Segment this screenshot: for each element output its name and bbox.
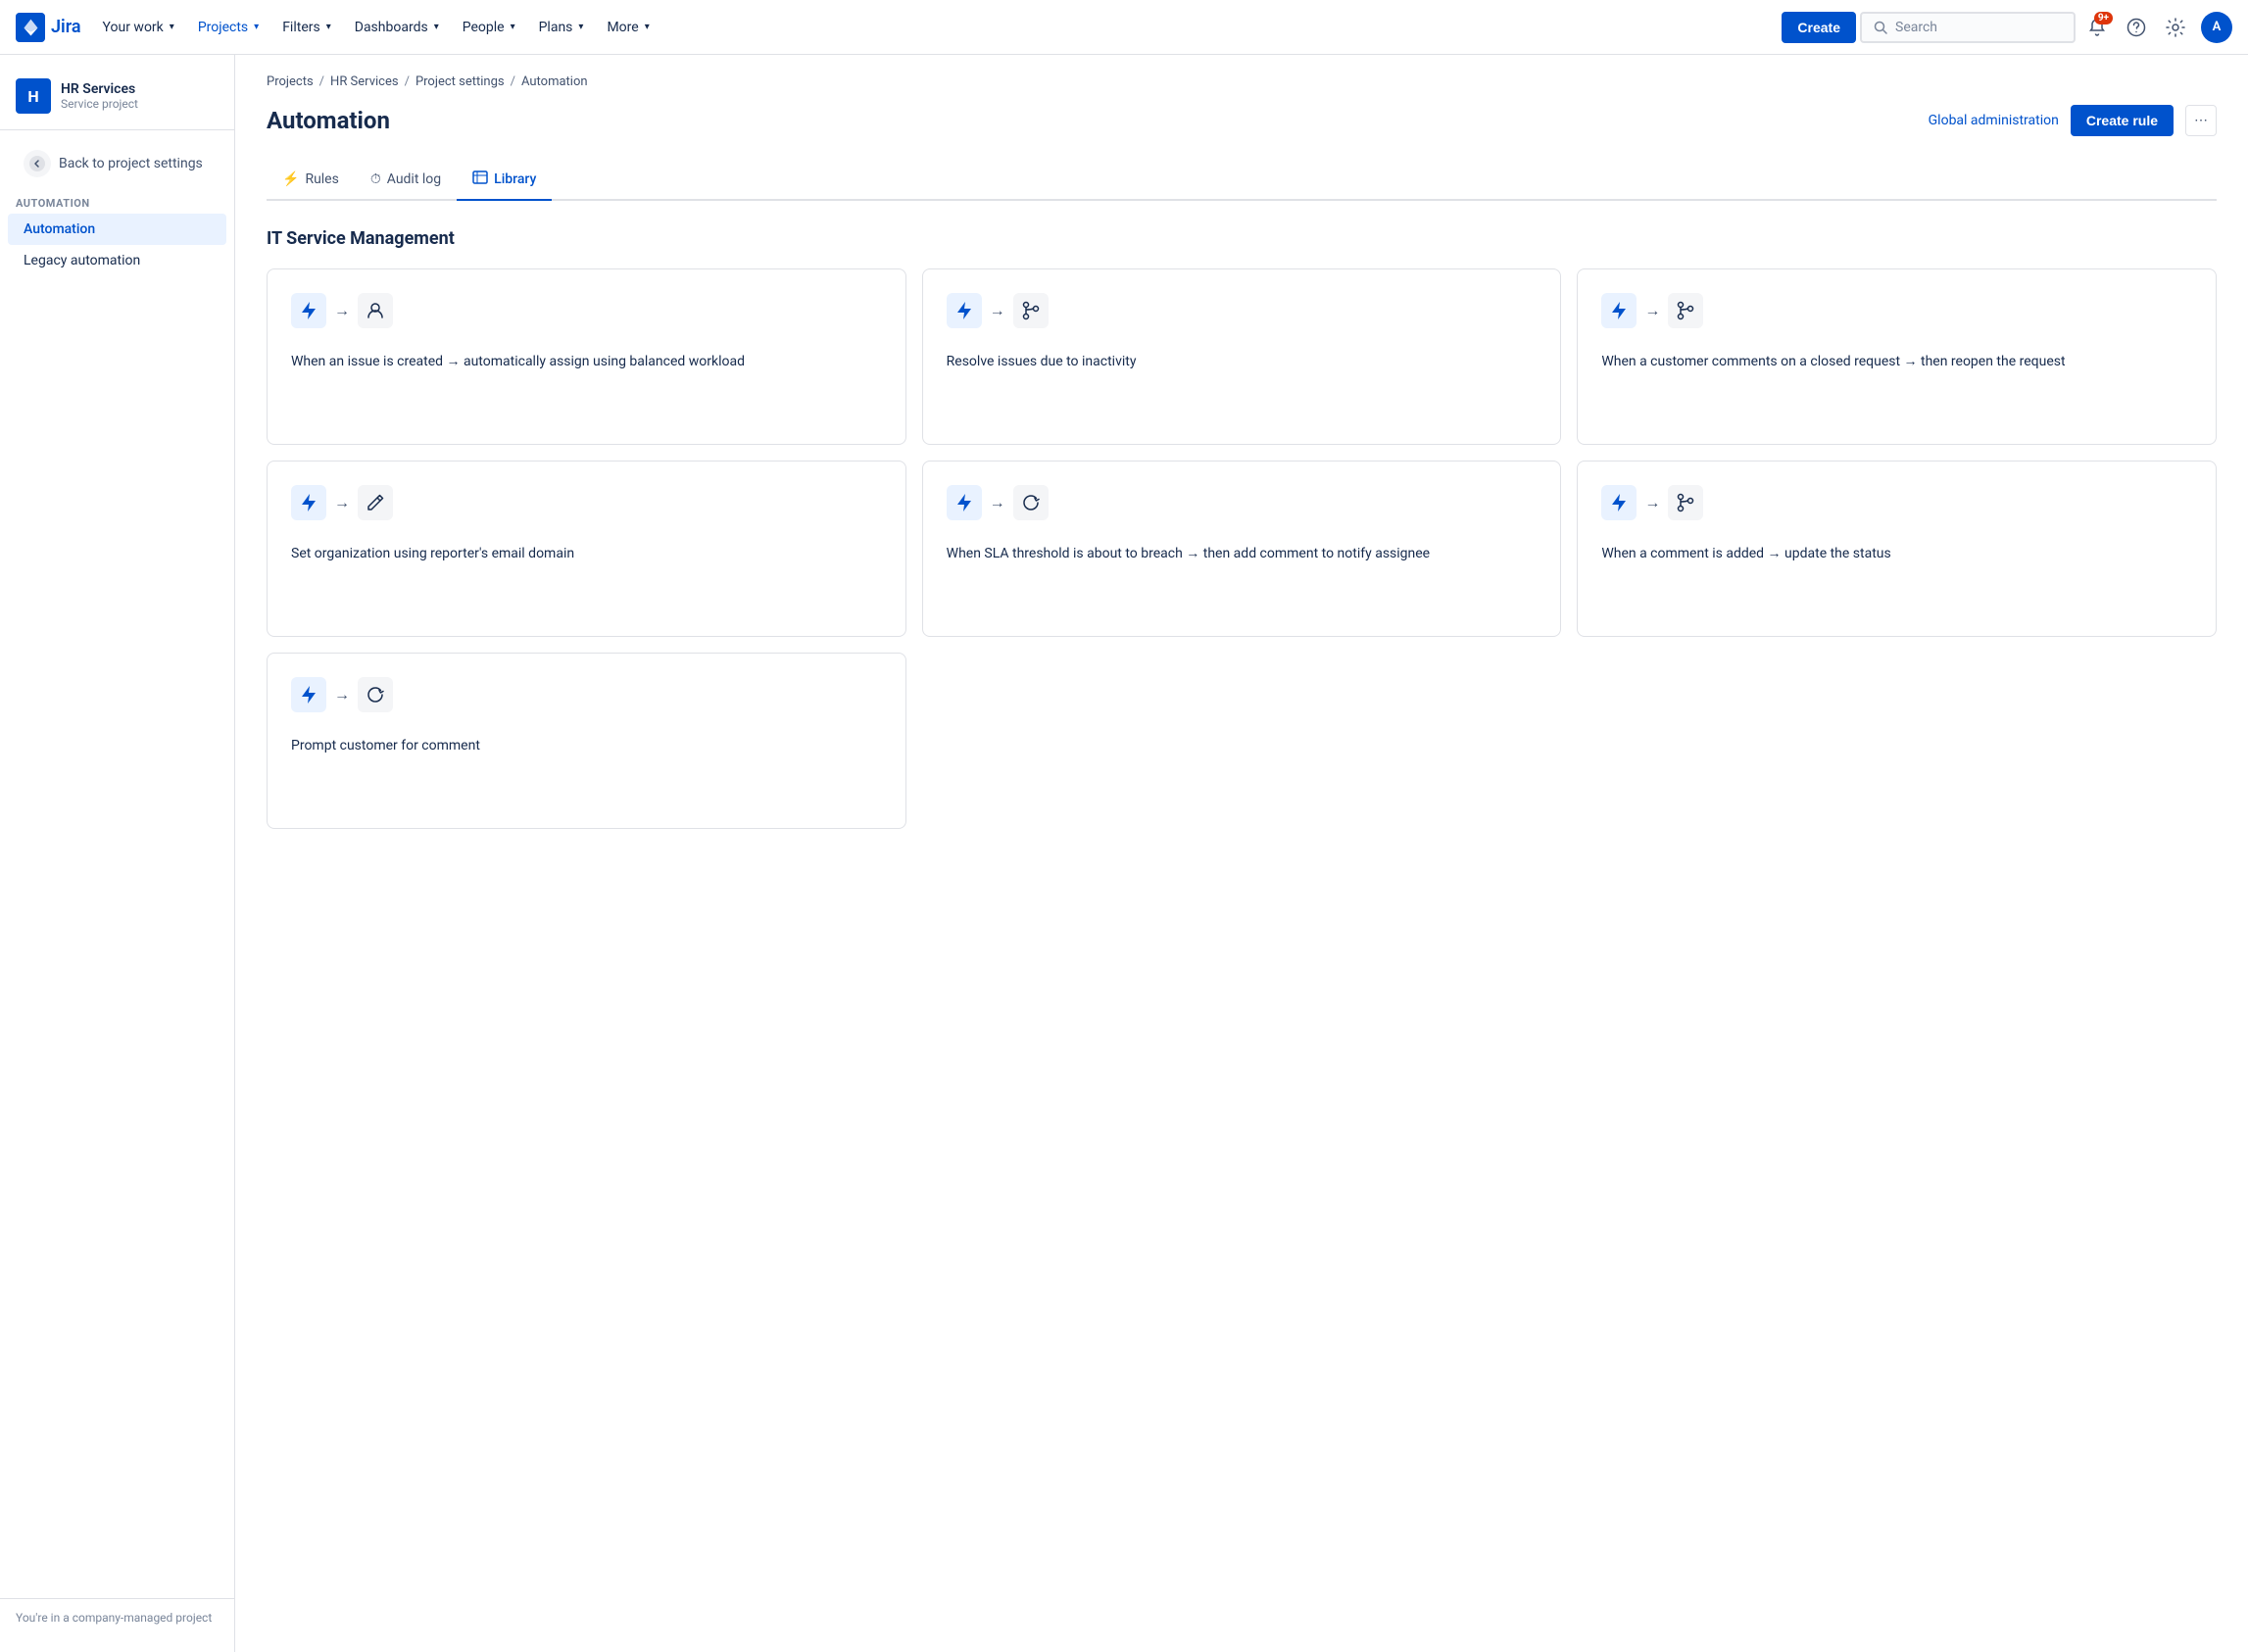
jira-logo[interactable]: Jira	[16, 13, 81, 42]
back-label: Back to project settings	[59, 156, 203, 171]
sidebar-item-legacy-automation[interactable]: Legacy automation	[8, 245, 226, 276]
chevron-down-icon: ▾	[578, 22, 583, 32]
breadcrumb-project-settings[interactable]: Project settings	[415, 74, 505, 89]
sidebar-bottom: You're in a company-managed project	[0, 1598, 234, 1636]
breadcrumb: Projects / HR Services / Project setting…	[267, 74, 2217, 89]
section-title: IT Service Management	[267, 228, 2217, 249]
project-type: Service project	[61, 97, 138, 111]
card-description: When SLA threshold is about to breach → …	[947, 544, 1538, 564]
create-button[interactable]: Create	[1782, 12, 1856, 43]
chevron-down-icon: ▾	[645, 22, 650, 32]
nav-more[interactable]: More ▾	[597, 14, 659, 41]
search-icon	[1874, 21, 1887, 34]
cards-row-3: → Prompt customer for comment	[267, 653, 2217, 829]
card-prompt-comment[interactable]: → Prompt customer for comment	[267, 653, 906, 829]
nav-projects[interactable]: Projects ▾	[188, 14, 269, 41]
back-icon	[24, 150, 51, 177]
page-header: Automation Global administration Create …	[267, 105, 2217, 136]
nav-filters[interactable]: Filters ▾	[272, 14, 341, 41]
breadcrumb-hr-services[interactable]: HR Services	[330, 74, 399, 89]
project-name: HR Services	[61, 81, 138, 97]
back-to-settings-link[interactable]: Back to project settings	[8, 142, 226, 185]
lightning-trigger-icon	[947, 485, 982, 520]
search-box[interactable]: Search	[1860, 12, 2076, 43]
lightning-trigger-icon	[291, 293, 326, 328]
library-icon	[472, 170, 488, 189]
search-placeholder: Search	[1895, 20, 1937, 35]
card-comment-status[interactable]: → When a comment is added → update the s…	[1577, 461, 2217, 637]
create-rule-button[interactable]: Create rule	[2071, 105, 2174, 136]
nav-plans[interactable]: Plans ▾	[529, 14, 594, 41]
card-assign-workload[interactable]: → When an issue is created → automatical…	[267, 268, 906, 445]
nav-your-work[interactable]: Your work ▾	[93, 14, 184, 41]
lightning-trigger-icon	[291, 485, 326, 520]
top-navigation: Jira Your work ▾ Projects ▾ Filters ▾ Da…	[0, 0, 2248, 55]
help-button[interactable]	[2119, 10, 2154, 45]
gear-icon	[2166, 18, 2185, 37]
breadcrumb-projects[interactable]: Projects	[267, 74, 314, 89]
clock-icon: ⏱	[370, 171, 381, 187]
logo-text: Jira	[51, 17, 81, 37]
user-avatar[interactable]: A	[2201, 12, 2232, 43]
person-action-icon	[358, 293, 393, 328]
cards-row-1: → When an issue is created → automatical…	[267, 268, 2217, 445]
branch2-action-icon	[1668, 293, 1703, 328]
breadcrumb-automation: Automation	[521, 74, 588, 89]
card-description: When a comment is added → update the sta…	[1601, 544, 2192, 564]
refresh-action-icon	[1013, 485, 1049, 520]
card-description: Resolve issues due to inactivity	[947, 352, 1538, 372]
sidebar: H HR Services Service project Back to pr…	[0, 55, 235, 1652]
nav-dashboards[interactable]: Dashboards ▾	[345, 14, 449, 41]
lightning-trigger-icon	[1601, 485, 1637, 520]
card-description: Prompt customer for comment	[291, 736, 882, 756]
branch-action-icon	[1013, 293, 1049, 328]
card-reopen-request[interactable]: → When a customer comments on a closed r…	[1577, 268, 2217, 445]
card-set-organization[interactable]: → Set organization using reporter's emai…	[267, 461, 906, 637]
tabs-container: ⚡ Rules ⏱ Audit log Library	[267, 160, 2217, 201]
refresh2-action-icon	[358, 677, 393, 712]
automation-section-label: AUTOMATION	[0, 185, 234, 214]
nav-people[interactable]: People ▾	[453, 14, 525, 41]
lightning-trigger-icon	[1601, 293, 1637, 328]
notifications-button[interactable]: 9+	[2079, 10, 2115, 45]
lightning-icon: ⚡	[282, 171, 299, 187]
project-header: H HR Services Service project	[0, 71, 234, 130]
project-icon: H	[16, 78, 51, 114]
notification-count: 9+	[2094, 12, 2113, 24]
lightning-trigger-icon	[291, 677, 326, 712]
card-sla-breach[interactable]: → When SLA threshold is about to breach …	[922, 461, 1562, 637]
card-resolve-inactivity[interactable]: → Resolve issues due to inactivity	[922, 268, 1562, 445]
main-content: Projects / HR Services / Project setting…	[235, 55, 2248, 1652]
chevron-down-icon: ▾	[326, 22, 331, 32]
chevron-down-icon: ▾	[434, 22, 439, 32]
sidebar-item-automation[interactable]: Automation	[8, 214, 226, 245]
page-layout: H HR Services Service project Back to pr…	[0, 55, 2248, 1652]
tab-library[interactable]: Library	[457, 160, 552, 201]
card-description: When a customer comments on a closed req…	[1601, 352, 2192, 372]
tab-audit-log[interactable]: ⏱ Audit log	[355, 160, 457, 201]
tab-rules[interactable]: ⚡ Rules	[267, 160, 355, 201]
card-description: Set organization using reporter's email …	[291, 544, 882, 564]
pencil-action-icon	[358, 485, 393, 520]
card-description: When an issue is created → automatically…	[291, 352, 882, 372]
branch3-action-icon	[1668, 485, 1703, 520]
help-icon	[2126, 18, 2146, 37]
chevron-down-icon: ▾	[170, 22, 174, 32]
settings-button[interactable]	[2158, 10, 2193, 45]
chevron-down-icon: ▾	[254, 22, 259, 32]
page-title: Automation	[267, 107, 390, 134]
more-options-button[interactable]: ⋯	[2185, 105, 2217, 136]
chevron-down-icon: ▾	[511, 22, 515, 32]
cards-row-2: → Set organization using reporter's emai…	[267, 461, 2217, 637]
lightning-trigger-icon	[947, 293, 982, 328]
company-managed-label: You're in a company-managed project	[16, 1611, 219, 1625]
global-administration-link[interactable]: Global administration	[1929, 113, 2059, 128]
